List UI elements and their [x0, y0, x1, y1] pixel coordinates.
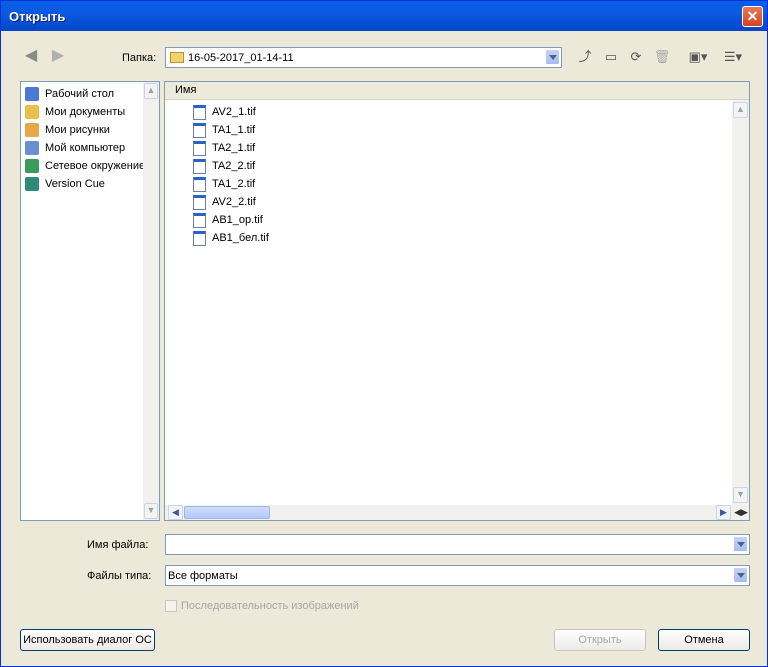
column-header-name[interactable]: Имя: [165, 82, 749, 100]
file-name: AB1_op.tif: [212, 214, 263, 226]
hscroll-thumb[interactable]: [184, 506, 270, 519]
file-name: AB1_бел.tif: [212, 232, 269, 244]
sidebar-item[interactable]: Мой компьютер: [25, 139, 143, 157]
title-bar[interactable]: Открыть ✕: [1, 1, 767, 31]
list-item[interactable]: AB1_op.tif: [193, 211, 263, 229]
sidebar-item-label: Сетевое окружение: [45, 160, 143, 172]
list-item[interactable]: TA2_2.tif: [193, 157, 255, 175]
sidebar-item-label: Version Cue: [45, 178, 105, 190]
tif-file-icon: [193, 212, 206, 228]
new-folder-icon[interactable]: ▭: [602, 48, 620, 66]
filename-label: Имя файла:: [87, 539, 149, 551]
my-documents-icon: [25, 105, 39, 120]
tif-file-icon: [193, 158, 206, 174]
refresh-icon[interactable]: ⟳: [627, 48, 645, 66]
tif-file-icon: [193, 230, 206, 246]
sidebar-item[interactable]: Version Cue: [25, 175, 143, 193]
folder-label: Папка:: [122, 52, 157, 64]
list-item[interactable]: AV2_2.tif: [193, 193, 256, 211]
tif-file-icon: [193, 122, 206, 138]
up-folder-icon[interactable]: ⤴: [576, 48, 594, 66]
tools-icon[interactable]: ▣▾: [685, 48, 711, 66]
use-os-dialog-button[interactable]: Использовать диалог ОС: [20, 629, 155, 651]
file-list-hscrollbar[interactable]: ◀ ▶ ◀▶: [165, 505, 749, 520]
file-name: TA2_1.tif: [212, 142, 256, 154]
tif-file-icon: [193, 176, 206, 192]
scroll-right-icon[interactable]: ▶: [716, 505, 731, 520]
forward-arrow-icon[interactable]: ▶: [49, 47, 67, 65]
file-name: TA1_2.tif: [212, 178, 256, 190]
file-list[interactable]: Имя AV2_1.tif TA1_1.tif TA2_1.tif TA2_2.tif…: [164, 81, 750, 521]
sidebar-item[interactable]: Рабочий стол: [25, 85, 143, 103]
list-item[interactable]: AV2_1.tif: [193, 103, 256, 121]
view-menu-icon[interactable]: ☰▾: [720, 48, 746, 66]
filetype-value: Все форматы: [168, 570, 238, 582]
tif-file-icon: [193, 104, 206, 120]
filename-combo[interactable]: [165, 534, 750, 555]
chevron-down-icon[interactable]: [545, 49, 560, 65]
close-button[interactable]: ✕: [742, 6, 763, 27]
list-item[interactable]: TA1_1.tif: [193, 121, 255, 139]
places-sidebar: ▲ ▼ Рабочий стол Мои документы Мои рисунки…: [20, 81, 160, 521]
my-computer-icon: [25, 141, 39, 156]
tif-file-icon: [193, 140, 206, 156]
tif-file-icon: [193, 194, 206, 210]
cancel-button[interactable]: Отмена: [658, 629, 750, 651]
sidebar-item-label: Мой компьютер: [45, 142, 126, 154]
folder-combo[interactable]: 16-05-2017_01-14-11: [165, 47, 562, 68]
delete-icon[interactable]: 🗑: [653, 48, 671, 66]
folder-value: 16-05-2017_01-14-11: [188, 52, 294, 64]
close-icon: ✕: [746, 8, 759, 24]
filetype-select[interactable]: Все форматы: [165, 565, 750, 586]
scroll-down-icon[interactable]: ▼: [733, 487, 748, 503]
filetype-label: Файлы типа:: [87, 570, 152, 582]
file-name: TA1_1.tif: [212, 124, 256, 136]
list-item[interactable]: AB1_бел.tif: [193, 229, 269, 247]
resize-arrows-icon[interactable]: ◀▶: [733, 505, 749, 520]
sidebar-item[interactable]: Мои рисунки: [25, 121, 143, 139]
window-title: Открыть: [9, 9, 66, 24]
sidebar-item[interactable]: Сетевое окружение: [25, 157, 143, 175]
sidebar-item[interactable]: Мои документы: [25, 103, 143, 121]
network-icon: [25, 159, 39, 174]
open-dialog: Открыть ✕ ◀ ▶ Папка: 16-05-2017_01-14-11…: [0, 0, 768, 667]
file-name: AV2_2.tif: [212, 196, 256, 208]
scroll-up-icon[interactable]: ▲: [733, 102, 748, 118]
sidebar-item-label: Рабочий стол: [45, 88, 115, 100]
sequence-checkbox[interactable]: [165, 600, 177, 612]
sidebar-item-label: Мои документы: [45, 106, 126, 118]
back-arrow-icon[interactable]: ◀: [22, 47, 40, 65]
sidebar-item-label: Мои рисунки: [45, 124, 110, 136]
file-name: TA2_2.tif: [212, 160, 256, 172]
chevron-down-icon[interactable]: [733, 536, 748, 552]
list-item[interactable]: TA1_2.tif: [193, 175, 255, 193]
chevron-down-icon[interactable]: [733, 567, 748, 583]
list-item[interactable]: TA2_1.tif: [193, 139, 255, 157]
scroll-left-icon[interactable]: ◀: [168, 505, 183, 520]
desktop-icon: [25, 87, 39, 102]
places-scrollbar[interactable]: ▲ ▼: [143, 82, 159, 520]
column-header-label: Имя: [175, 84, 197, 96]
version-cue-icon: [25, 177, 39, 192]
scroll-down-icon[interactable]: ▼: [144, 503, 158, 519]
folder-icon: [170, 52, 184, 63]
open-button[interactable]: Открыть: [554, 629, 646, 651]
file-name: AV2_1.tif: [212, 106, 256, 118]
scroll-up-icon[interactable]: ▲: [144, 83, 158, 99]
file-list-vscrollbar[interactable]: ▲ ▼: [732, 100, 749, 505]
my-pictures-icon: [25, 123, 39, 138]
sequence-label: Последовательность изображений: [181, 600, 359, 612]
